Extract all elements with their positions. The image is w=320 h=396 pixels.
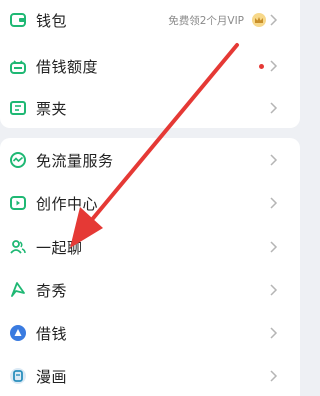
menu-item-label: 钱包 xyxy=(36,11,68,30)
crown-icon xyxy=(252,13,266,27)
chevron-right-icon xyxy=(270,197,278,209)
chat-people-icon xyxy=(8,237,28,257)
menu-item-label: 漫画 xyxy=(36,367,68,386)
chevron-right-icon xyxy=(270,284,278,296)
creator-icon xyxy=(8,193,28,213)
menu-item-creator-center[interactable]: 创作中心 xyxy=(0,183,300,223)
chevron-right-icon xyxy=(270,241,278,253)
menu-item-label: 一起聊 xyxy=(36,238,83,257)
menu-item-chat-together[interactable]: 一起聊 xyxy=(0,227,300,267)
menu-item-comic[interactable]: 漫画 xyxy=(0,356,300,396)
chevron-right-icon xyxy=(270,327,278,339)
chevron-right-icon xyxy=(270,154,278,166)
menu-item-label: 票夹 xyxy=(36,99,68,118)
chevron-right-icon xyxy=(270,370,278,382)
notification-dot xyxy=(259,63,264,69)
menu-item-qixiu[interactable]: 奇秀 xyxy=(0,270,300,310)
chevron-right-icon xyxy=(270,14,278,26)
menu-item-label: 奇秀 xyxy=(36,281,68,300)
menu-item-credit-limit[interactable]: 借钱额度 xyxy=(0,46,300,86)
chevron-right-icon xyxy=(270,102,278,114)
menu-item-label: 借钱 xyxy=(36,324,68,343)
menu-item-wallet[interactable]: 钱包 免费领2个月VIP xyxy=(0,0,300,40)
menu-item-ticket-folder[interactable]: 票夹 xyxy=(0,88,300,128)
vip-promo-text: 免费领2个月VIP xyxy=(168,14,244,27)
robot-icon xyxy=(8,56,28,76)
qixiu-icon xyxy=(8,280,28,300)
menu-item-free-data[interactable]: 免流量服务 xyxy=(0,140,300,180)
chevron-right-icon xyxy=(270,60,278,72)
wallet-icon xyxy=(8,10,28,30)
data-wave-icon xyxy=(8,150,28,170)
comic-icon xyxy=(8,366,28,386)
menu-item-label: 免流量服务 xyxy=(36,151,114,170)
loan-icon xyxy=(8,323,28,343)
menu-item-label: 借钱额度 xyxy=(36,57,99,76)
ticket-icon xyxy=(8,98,28,118)
menu-item-loan[interactable]: 借钱 xyxy=(0,313,300,353)
menu-item-label: 创作中心 xyxy=(36,194,99,213)
